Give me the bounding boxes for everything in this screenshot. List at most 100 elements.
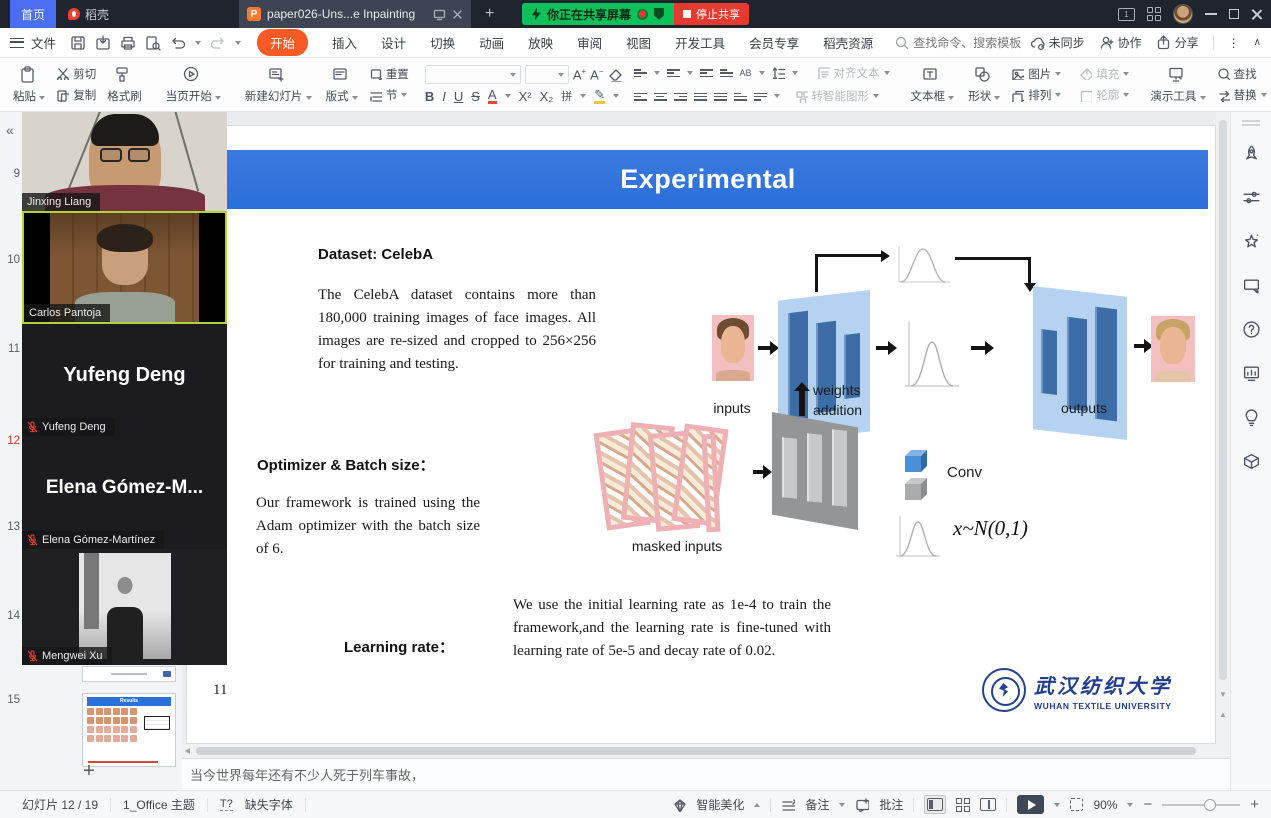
help-icon[interactable] (1242, 320, 1261, 342)
collapse-ribbon-icon[interactable]: ∧ (1254, 37, 1261, 48)
align-center-button[interactable] (654, 91, 667, 102)
copy-button[interactable]: 复制 (52, 86, 100, 104)
beautify-caret[interactable] (754, 803, 760, 807)
slide-12[interactable]: Experimental Dataset: CelebA The CelebA … (187, 126, 1215, 743)
close-window-button[interactable] (1251, 8, 1263, 20)
menu-tab-insert[interactable]: 插入 (332, 33, 357, 52)
scroll-left-arrow[interactable] (185, 748, 190, 754)
cut-button[interactable]: 剪切 (52, 65, 100, 83)
zoom-in-button[interactable]: + (1250, 796, 1259, 813)
undo-icon[interactable] (170, 35, 186, 51)
zoom-percentage[interactable]: 90% (1093, 798, 1117, 812)
smart-beautify-button[interactable]: 智能美化 (696, 796, 744, 813)
quickbar-more-caret[interactable] (235, 41, 241, 45)
replace-button[interactable]: 替换 (1213, 86, 1271, 104)
arrange-button[interactable]: 排列 (1007, 86, 1065, 104)
undo-dropdown-caret[interactable] (195, 41, 201, 45)
picture-button[interactable]: 图片 (1007, 65, 1065, 83)
align-text-button[interactable]: 对齐文本 (813, 64, 894, 82)
play-options-caret[interactable] (1054, 803, 1060, 807)
font-size-select[interactable] (525, 65, 569, 84)
tab-docer[interactable]: 稻壳 (56, 0, 121, 28)
to-smartart-button[interactable]: 转智能图形 (791, 87, 884, 105)
present-screen-icon[interactable] (1242, 276, 1261, 298)
zoom-slider-knob[interactable] (1204, 799, 1216, 811)
highlight-caret[interactable] (613, 94, 619, 98)
slide-sorter-view-button[interactable] (956, 798, 970, 812)
zoom-slider[interactable] (1162, 804, 1240, 806)
add-slide-button[interactable]: + (78, 760, 100, 783)
quick-tools-rocket-icon[interactable] (1242, 144, 1261, 166)
paragraph-spacing-button[interactable] (734, 91, 747, 102)
speaker-notes-bar[interactable]: 当今世界每年还有不少人死于列车事故， (182, 758, 1271, 790)
menu-tab-transition[interactable]: 切换 (430, 33, 455, 52)
speaker-notes-text[interactable]: 当今世界每年还有不少人死于列车事故， (190, 765, 424, 784)
thumb-number-15[interactable]: 15 (0, 694, 20, 706)
print-preview-icon[interactable] (145, 35, 161, 51)
find-button[interactable]: 查找 (1213, 65, 1271, 83)
play-from-current-button[interactable]: 当页开始 (159, 61, 228, 108)
menu-tab-start[interactable]: 开始 (257, 29, 308, 56)
participant-tile-jinxing[interactable]: Jinxing Liang (22, 112, 227, 211)
numbered-list-button[interactable] (667, 67, 680, 78)
align-left-button[interactable] (634, 91, 647, 102)
collaborate-button[interactable]: 协作 (1099, 34, 1142, 51)
vertical-scroll-thumb[interactable] (1219, 120, 1227, 680)
highlight-button[interactable]: ✎ (594, 88, 605, 104)
strikethrough-button[interactable]: S (471, 89, 480, 104)
reset-button[interactable]: 重置 (365, 65, 413, 83)
sidebar-drag-handle[interactable] (1242, 120, 1260, 122)
font-color-caret[interactable] (505, 94, 511, 98)
present-monitor-icon[interactable] (433, 8, 446, 21)
theme-name[interactable]: 1_Office 主题 (123, 796, 195, 813)
subscript-button[interactable]: X₂ (540, 89, 554, 104)
justify-button[interactable] (694, 91, 707, 102)
apps-grid-icon[interactable] (1147, 7, 1161, 21)
menu-tab-animation[interactable]: 动画 (479, 33, 504, 52)
zoom-caret[interactable] (1127, 803, 1133, 807)
align-right-button[interactable] (674, 91, 687, 102)
learning-rate-heading[interactable]: Learning rate： (344, 636, 454, 657)
menu-tab-review[interactable]: 审阅 (577, 33, 602, 52)
line-height-button[interactable] (754, 91, 767, 102)
optimizer-body[interactable]: Our framework is trained using the Adam … (256, 492, 480, 561)
slide-14-thumbnail-partial[interactable] (82, 666, 176, 682)
optimizer-heading[interactable]: Optimizer & Batch size： (257, 454, 435, 475)
outline-button[interactable]: 轮廓 (1075, 86, 1133, 104)
thumb-number-10[interactable]: 10 (0, 254, 20, 266)
close-tab-icon[interactable] (452, 9, 463, 20)
superscript-button[interactable]: X² (519, 89, 532, 104)
horizontal-scrollbar[interactable] (182, 744, 1230, 758)
search-input[interactable] (913, 36, 1041, 50)
stop-share-button[interactable]: 停止共享 (674, 3, 749, 25)
participant-tile-mengwei[interactable]: Mengwei Xu (22, 549, 227, 665)
participant-tile-yufeng[interactable]: Yufeng Deng Yufeng Deng (22, 324, 227, 436)
new-slide-button[interactable]: 新建幻灯片 (238, 61, 319, 108)
comments-button[interactable]: 批注 (879, 796, 903, 813)
line-spacing-icon[interactable] (772, 66, 785, 79)
workspace-icon[interactable]: 1 (1118, 8, 1135, 21)
tab-document[interactable]: P paper026-Uns...e Inpainting (239, 0, 471, 28)
new-tab-button[interactable]: + (485, 5, 494, 23)
resource-package-icon[interactable] (1242, 452, 1261, 474)
underline-button[interactable]: U (454, 89, 463, 104)
user-avatar[interactable] (1173, 4, 1193, 24)
menu-tab-devtools[interactable]: 开发工具 (675, 33, 725, 52)
participant-tile-elena[interactable]: Elena Gómez-M... Elena Gómez-Martínez (22, 436, 227, 549)
learning-rate-body[interactable]: We use the initial learning rate as 1e-4… (513, 594, 831, 663)
slideshow-play-button[interactable] (1017, 795, 1044, 814)
thumb-number-14[interactable]: 14 (0, 610, 20, 622)
increase-indent-button[interactable] (720, 67, 733, 78)
font-color-button[interactable]: A (488, 88, 497, 104)
minimize-button[interactable] (1205, 13, 1217, 15)
more-menu-icon[interactable]: ⋮ (1228, 36, 1240, 50)
italic-button[interactable]: I (442, 89, 446, 104)
menu-file[interactable]: 文件 (31, 33, 56, 52)
fill-button[interactable]: 填充 (1075, 65, 1133, 83)
reading-view-button[interactable] (980, 798, 996, 811)
font-family-select[interactable] (425, 65, 521, 84)
thumb-number-13[interactable]: 13 (0, 521, 20, 533)
clear-format-eraser-icon[interactable] (608, 68, 622, 82)
dataset-heading[interactable]: Dataset: CelebA (318, 246, 433, 263)
hamburger-menu-icon[interactable] (10, 38, 24, 48)
